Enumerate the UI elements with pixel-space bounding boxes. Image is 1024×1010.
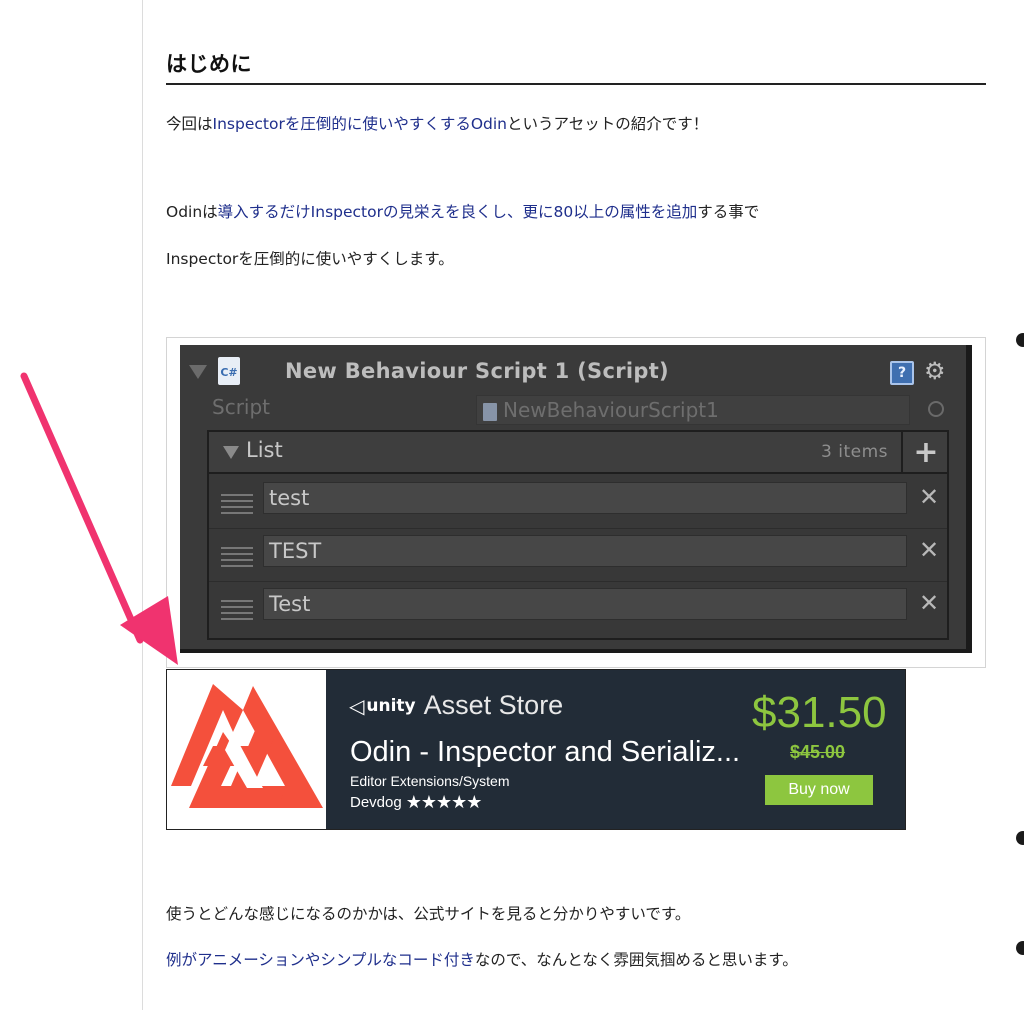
odin-logo-icon <box>171 684 323 808</box>
list-bullet-dot <box>1016 333 1024 347</box>
list-bullet-dot <box>1016 831 1024 845</box>
intro-text-1: 今回は <box>166 115 213 133</box>
remove-item-icon: ✕ <box>918 483 940 511</box>
foldout-triangle-icon <box>189 365 207 379</box>
publisher-line: Devdog ★★★★★ <box>350 792 483 813</box>
usage-paragraph: 使うとどんな感じになるのかかは、公式サイトを見ると分かりやすいです。 <box>166 905 691 923</box>
component-header: C# New Behaviour Script 1 (Script) ? ⚙ <box>180 345 966 397</box>
list-foldout-icon <box>223 446 239 459</box>
script-field-value: NewBehaviourScript1 <box>503 398 719 422</box>
product-category: Editor Extensions/System <box>350 773 510 789</box>
original-price: $45.00 <box>790 742 846 762</box>
current-price: $31.50 <box>752 688 887 737</box>
list-item: TEST ✕ <box>209 529 947 582</box>
asset-store-widget[interactable]: ◁ unity Asset Store Odin - Inspector and S… <box>166 669 906 830</box>
product-title[interactable]: Odin - Inspector and Serializ... <box>350 736 740 769</box>
unity-wordmark: unity <box>366 695 416 716</box>
list-item-field: Test <box>263 588 907 620</box>
odin-link[interactable]: Inspectorを圧倒的に使いやすくするOdin <box>213 115 507 133</box>
add-item-icon: + <box>913 435 939 470</box>
gear-icon: ⚙ <box>924 357 946 385</box>
help-icon: ? <box>890 361 914 385</box>
list-item-field: test <box>263 482 907 514</box>
list-item: Test ✕ <box>209 582 947 635</box>
list-item: test ✕ <box>209 476 947 529</box>
content-left-border <box>142 0 143 1010</box>
unity-inspector-screenshot: C# New Behaviour Script 1 (Script) ? ⚙ S… <box>180 345 972 653</box>
list-item-count: 3 items <box>821 442 888 462</box>
heading-underline <box>166 83 986 85</box>
buy-now-button[interactable]: Buy now <box>765 775 873 805</box>
drag-handle-icon <box>221 547 253 567</box>
remove-item-icon: ✕ <box>918 589 940 617</box>
feature-paragraph: Odinは導入するだけInspectorの見栄えを良くし、更に80以上の属性を追… <box>166 200 759 222</box>
store-name: Asset Store <box>423 690 564 720</box>
list-bullet-dot <box>1016 941 1024 955</box>
object-picker-icon <box>928 401 944 417</box>
script-field-label: Script <box>212 395 271 419</box>
examples-link[interactable]: 例がアニメーションやシンプルなコード付き <box>166 951 475 969</box>
intro-text-2: というアセットの紹介です！ <box>507 115 709 133</box>
example-text-2: なので、なんとなく雰囲気掴めると思います。 <box>474 951 798 969</box>
drag-handle-icon <box>221 600 253 620</box>
feature-text-1: Odinは <box>166 203 218 221</box>
intro-paragraph: 今回はInspectorを圧倒的に使いやすくするOdinというアセットの紹介です… <box>166 112 708 134</box>
drag-handle-icon <box>221 494 253 514</box>
example-paragraph: 例がアニメーションやシンプルなコード付きなので、なんとなく雰囲気掴めると思います… <box>166 948 798 970</box>
attributes-link[interactable]: 導入するだけInspectorの見栄えを良くし、更に80以上の属性を追加 <box>218 203 698 221</box>
summary-paragraph: Inspectorを圧倒的に使いやすくします。 <box>166 250 454 268</box>
unity-logo-icon: ◁ <box>349 693 365 718</box>
list-label: List <box>246 438 283 462</box>
rating-stars-icon: ★★★★★ <box>405 792 483 813</box>
feature-text-2: する事で <box>697 203 760 221</box>
section-heading: はじめに <box>166 52 252 76</box>
csharp-script-icon: C# <box>218 357 240 385</box>
store-brand: ◁ unity Asset Store <box>349 690 563 721</box>
script-field: NewBehaviourScript1 <box>476 395 910 425</box>
component-title: New Behaviour Script 1 (Script) <box>285 359 669 383</box>
remove-item-icon: ✕ <box>918 536 940 564</box>
list-drawer: List 3 items + test ✕ TEST ✕ Test ✕ <box>207 430 949 640</box>
list-item-field: TEST <box>263 535 907 567</box>
script-file-icon <box>483 402 497 421</box>
odin-logo-box[interactable] <box>167 670 326 829</box>
list-header: List 3 items + <box>209 432 947 474</box>
publisher-name: Devdog <box>350 794 402 811</box>
